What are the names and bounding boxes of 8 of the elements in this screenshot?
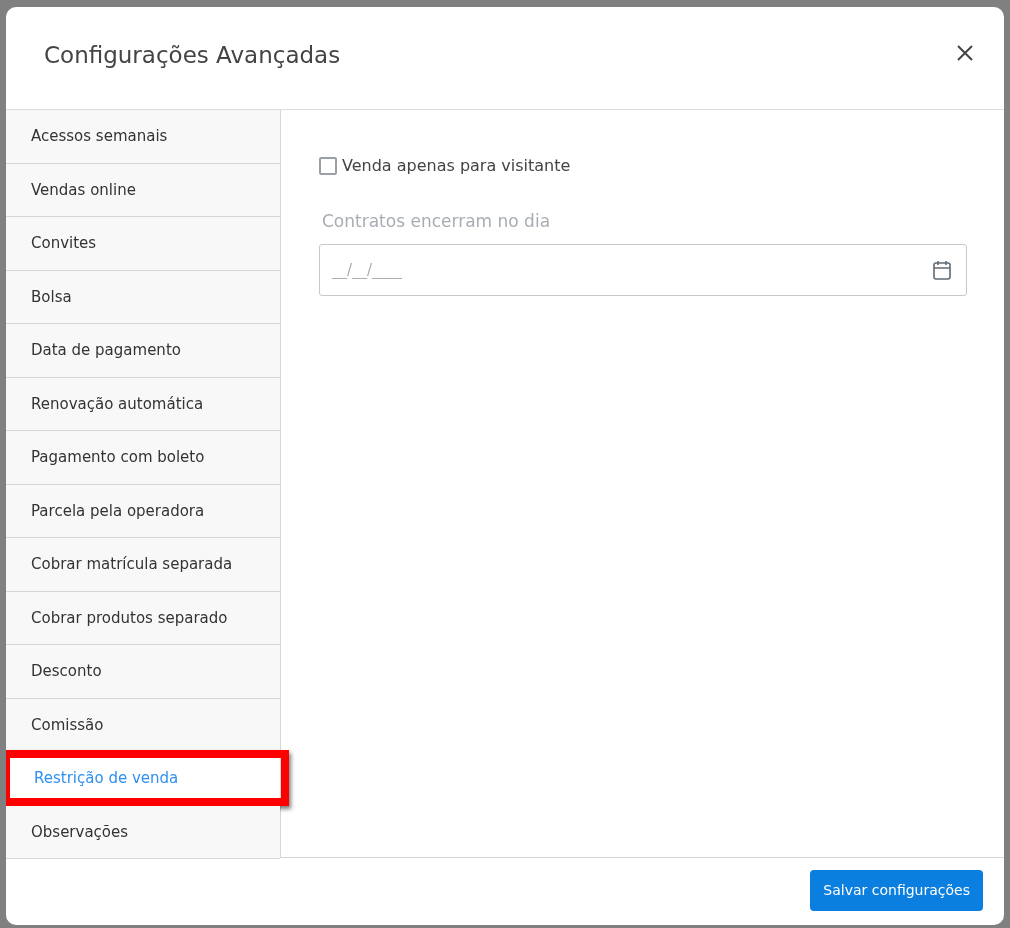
calendar-icon [933,259,951,280]
checkbox[interactable] [319,157,337,175]
field-label: Contratos encerram no dia [322,210,551,233]
date-field[interactable]: __/__/____ [319,243,967,296]
checkbox-label: Venda apenas para visitante [342,155,571,177]
save-button[interactable]: Salvar configurações [810,870,983,911]
close-icon [956,44,974,62]
dialog-title: Configurações Avançadas [44,40,341,70]
